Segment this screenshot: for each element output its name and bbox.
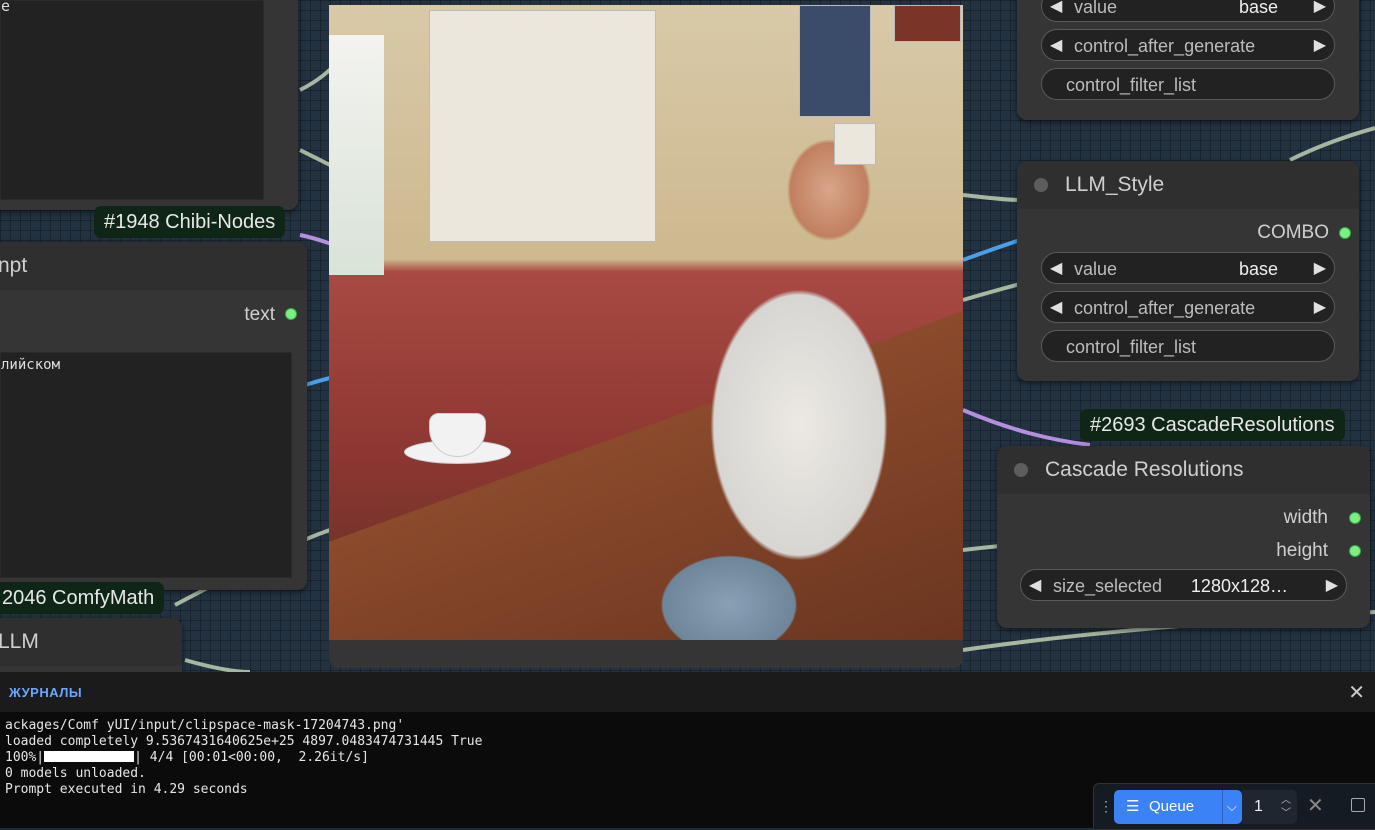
arrow-right-icon[interactable]: ▶	[1314, 0, 1326, 23]
combo-label: value	[1074, 0, 1118, 17]
arrow-right-icon[interactable]: ▶	[1314, 30, 1326, 62]
chevron-down-small-icon[interactable]: ﹀	[1281, 809, 1291, 819]
photo-poster-small	[799, 5, 871, 117]
log-line: loaded completely 9.5367431640625e+25 48…	[5, 734, 483, 749]
cascade-width-label: width	[1283, 507, 1328, 528]
cancel-icon[interactable]: ✕	[1307, 793, 1324, 818]
llm-style-value-combo[interactable]: ◀ value base ▶	[1041, 252, 1335, 284]
llm-style-output-label: COMBO	[1257, 222, 1329, 243]
chevron-down-icon[interactable]: ⌵	[1227, 790, 1237, 824]
llm-node-title[interactable]: LLM	[0, 618, 182, 666]
chevron-up-icon[interactable]: ︿	[1281, 796, 1291, 806]
prompt-node-title[interactable]: npt	[0, 242, 307, 290]
left-top-node[interactable]: е	[0, 0, 298, 210]
prompt-text: лийском	[1, 357, 61, 373]
photo-poster-menu	[429, 10, 656, 242]
prompt-textarea[interactable]: лийском	[0, 352, 292, 578]
photo-window	[329, 35, 384, 275]
cascade-height-socket[interactable]	[1349, 545, 1361, 557]
queue-icon: ☰	[1126, 798, 1140, 815]
photo-poster-frame	[894, 5, 961, 42]
llm-node[interactable]: LLM	[0, 618, 182, 672]
arrow-left-icon[interactable]: ◀	[1050, 292, 1062, 324]
combo-value: base	[1238, 259, 1278, 279]
drag-handle-icon[interactable]: ⋮	[1099, 798, 1113, 815]
prompt-title-text: npt	[0, 254, 28, 277]
llm-title-text: LLM	[0, 630, 39, 653]
image-preview	[329, 5, 963, 640]
photo-poster-card	[834, 123, 876, 165]
prompt-node[interactable]: npt text лийском	[0, 242, 307, 590]
llm-style-node[interactable]: LLM_Style COMBO ◀ value base ▶ ◀ control…	[1017, 161, 1359, 381]
cascade-node[interactable]: Cascade Resolutions width height ◀ size_…	[997, 446, 1370, 628]
logs-header: ЖУРНАЛЫ ✕	[0, 672, 1375, 712]
queue-split-divider	[1222, 790, 1223, 824]
top-right-filter-list[interactable]: control_filter_list	[1041, 68, 1335, 100]
arrow-left-icon[interactable]: ◀	[1050, 30, 1062, 62]
arrow-right-icon[interactable]: ▶	[1314, 253, 1326, 285]
cascade-size-combo[interactable]: ◀ size_selected 1280x128… ▶	[1020, 569, 1347, 601]
node-status-dot	[1034, 178, 1048, 192]
llm-style-filter-list[interactable]: control_filter_list	[1041, 330, 1335, 362]
node-canvas[interactable]: е #1948 Chibi-Nodes npt text лийском 204…	[0, 0, 1375, 672]
arrow-left-icon[interactable]: ◀	[1029, 570, 1041, 602]
log-line: 0 models unloaded.	[5, 766, 146, 781]
prompt-output-text-label: text	[244, 304, 275, 325]
queue-count-value: 1	[1254, 798, 1263, 815]
arrow-right-icon[interactable]: ▶	[1326, 570, 1338, 602]
logs-tab-title[interactable]: ЖУРНАЛЫ	[9, 685, 82, 700]
cascade-height-label: height	[1276, 540, 1328, 561]
comfymath-badge: 2046 ComfyMath	[0, 582, 165, 614]
log-line: Prompt executed in 4.29 seconds	[5, 782, 248, 797]
combo-value: 1280x128…	[1190, 576, 1288, 596]
cascade-badge: #2693 CascadeResolutions	[1080, 409, 1345, 441]
log-progress-suffix: | 4/4 [00:01<00:00, 2.26it/s]	[134, 750, 369, 765]
close-icon[interactable]: ✕	[1348, 680, 1365, 705]
cascade-title-text: Cascade Resolutions	[1045, 458, 1244, 481]
queue-label: Queue	[1149, 798, 1195, 815]
cascade-title[interactable]: Cascade Resolutions	[997, 446, 1370, 494]
arrow-left-icon[interactable]: ◀	[1050, 0, 1062, 23]
left-top-text: е	[1, 0, 11, 15]
progress-bar	[44, 751, 135, 762]
top-right-value-combo[interactable]: ◀ value base ▶	[1041, 0, 1335, 22]
prompt-output-socket[interactable]	[285, 308, 297, 320]
combo-label: value	[1074, 259, 1118, 279]
log-output[interactable]: ackages/Comf yUI/input/clipspace-mask-17…	[5, 718, 482, 798]
filter-label: control_filter_list	[1066, 337, 1197, 357]
llm-style-title[interactable]: LLM_Style	[1017, 161, 1359, 209]
log-progress-prefix: 100%|	[5, 750, 45, 765]
left-top-textarea[interactable]: е	[0, 0, 264, 200]
combo-label: control_after_generate	[1074, 36, 1256, 56]
arrow-left-icon[interactable]: ◀	[1050, 253, 1062, 285]
llm-style-title-text: LLM_Style	[1065, 173, 1165, 196]
image-node-footer	[329, 640, 963, 668]
llm-style-output-socket[interactable]	[1339, 227, 1351, 239]
square-icon[interactable]	[1351, 798, 1365, 812]
arrow-right-icon[interactable]: ▶	[1314, 292, 1326, 324]
filter-label: control_filter_list	[1066, 75, 1197, 95]
combo-value: base	[1238, 0, 1278, 17]
llm-style-control-combo[interactable]: ◀ control_after_generate ▶	[1041, 291, 1335, 323]
combo-label: size_selected	[1053, 576, 1163, 596]
queue-panel: ⋮ ☰ Queue ⌵ 1 ︿ ﹀ ✕	[1093, 783, 1375, 830]
queue-count-stepper[interactable]: 1 ︿ ﹀	[1242, 790, 1297, 824]
combo-label: control_after_generate	[1074, 298, 1256, 318]
queue-button[interactable]: ☰ Queue ⌵	[1114, 790, 1242, 824]
top-right-control-combo[interactable]: ◀ control_after_generate ▶	[1041, 29, 1335, 61]
log-line: ackages/Comf yUI/input/clipspace-mask-17…	[5, 718, 405, 733]
cascade-width-socket[interactable]	[1349, 512, 1361, 524]
top-right-node[interactable]: ◀ value base ▶ ◀ control_after_generate …	[1017, 0, 1359, 120]
node-status-dot	[1014, 463, 1028, 477]
chibi-nodes-badge: #1948 Chibi-Nodes	[94, 206, 286, 238]
